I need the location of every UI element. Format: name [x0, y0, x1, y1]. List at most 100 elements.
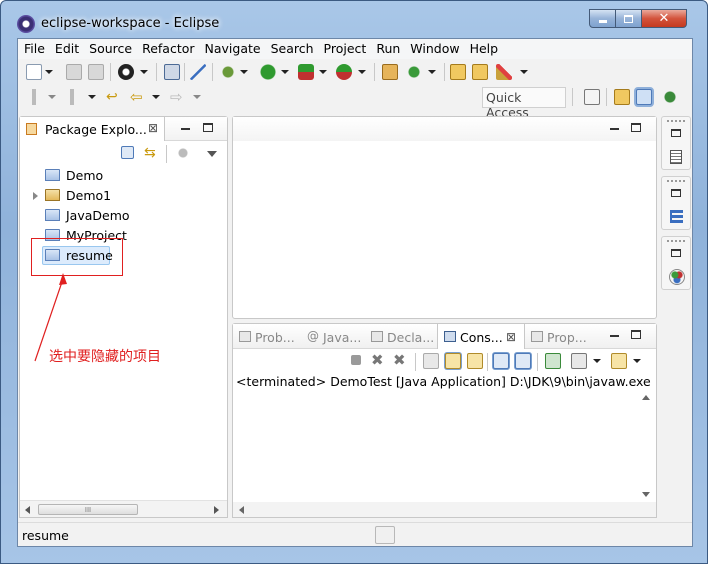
pin-console-icon[interactable] — [545, 353, 561, 369]
debug-icon[interactable] — [220, 64, 236, 80]
search-dropdown-icon[interactable] — [520, 70, 528, 74]
console-vertical-scrollbar[interactable] — [638, 392, 655, 504]
clear-console-icon[interactable] — [423, 353, 439, 369]
view-menu-icon[interactable] — [207, 151, 217, 157]
console-close-icon[interactable]: ⊠ — [506, 330, 516, 344]
minimize-view-icon[interactable] — [610, 128, 619, 130]
remove-launch-icon[interactable]: ✖ — [371, 352, 387, 368]
console-horizontal-scrollbar[interactable] — [233, 502, 656, 517]
external-tools-dropdown-icon[interactable] — [358, 70, 366, 74]
trim-drag-handle[interactable] — [667, 240, 685, 242]
coverage-dropdown-icon[interactable] — [319, 70, 327, 74]
quick-access-input[interactable]: Quick Access — [482, 87, 566, 120]
terminate-icon[interactable] — [351, 355, 361, 365]
show-on-stderr-icon[interactable] — [515, 353, 531, 369]
tab-declaration[interactable]: Decla... — [365, 324, 437, 349]
new-java-package-icon[interactable] — [382, 64, 398, 80]
terminal-icon[interactable] — [164, 64, 180, 80]
task-list-icon[interactable] — [669, 269, 685, 285]
forward-dropdown-icon[interactable] — [193, 95, 201, 99]
debug-perspective-icon[interactable] — [662, 89, 678, 105]
previous-annotation-icon[interactable] — [64, 89, 80, 105]
menu-source[interactable]: Source — [84, 39, 137, 59]
expand-arrow-icon[interactable] — [33, 192, 38, 200]
restore-icon[interactable] — [671, 189, 681, 197]
run-icon[interactable] — [260, 64, 276, 80]
scroll-right-icon[interactable] — [214, 506, 219, 514]
tab-properties[interactable]: Prop... — [525, 324, 597, 349]
user-dropdown-icon[interactable] — [140, 70, 148, 74]
outline-view-icon[interactable] — [670, 150, 682, 164]
scroll-left-icon[interactable] — [25, 506, 30, 514]
collapse-all-icon[interactable] — [121, 146, 134, 159]
open-type-icon[interactable] — [450, 64, 466, 80]
tree-item-demo[interactable]: Demo — [20, 166, 227, 186]
new-dropdown-icon[interactable] — [45, 70, 53, 74]
remove-all-terminated-icon[interactable]: ✖ — [393, 352, 409, 368]
new-icon[interactable] — [26, 64, 42, 80]
menu-search[interactable]: Search — [266, 39, 319, 59]
menu-run[interactable]: Run — [371, 39, 405, 59]
debug-dropdown-icon[interactable] — [240, 70, 248, 74]
type-hierarchy-icon[interactable] — [670, 210, 683, 223]
scroll-down-icon[interactable] — [642, 492, 650, 497]
package-explorer-close-icon[interactable]: ⊠ — [148, 121, 158, 135]
last-edit-location-icon[interactable]: ↩ — [106, 89, 122, 105]
menu-edit[interactable]: Edit — [50, 39, 84, 59]
coverage-icon[interactable] — [298, 64, 314, 80]
scroll-lock-icon[interactable] — [445, 353, 461, 369]
open-perspective-icon[interactable] — [584, 89, 600, 105]
java-ee-perspective-icon[interactable] — [614, 89, 630, 105]
menu-help[interactable]: Help — [465, 39, 504, 59]
open-console-dropdown-icon[interactable] — [633, 359, 641, 363]
restore-icon[interactable] — [671, 249, 681, 257]
tab-problems[interactable]: Prob... — [233, 324, 301, 349]
tree-item-demo1[interactable]: Demo1 — [20, 186, 227, 206]
previous-annotation-dropdown-icon[interactable] — [88, 95, 96, 99]
scroll-up-icon[interactable] — [642, 395, 650, 400]
menu-file[interactable]: File — [18, 39, 50, 59]
maximize-view-icon[interactable] — [631, 330, 641, 339]
new-java-class-icon[interactable] — [406, 64, 422, 80]
next-annotation-dropdown-icon[interactable] — [48, 95, 56, 99]
display-selected-console-icon[interactable] — [571, 353, 587, 369]
trim-drag-handle[interactable] — [667, 180, 685, 182]
maximize-button[interactable] — [615, 9, 642, 28]
back-dropdown-icon[interactable] — [152, 95, 160, 99]
show-on-stdout-icon[interactable] — [493, 353, 509, 369]
tab-package-explorer[interactable]: Package Explo... ⊠ — [20, 117, 165, 141]
next-annotation-icon[interactable] — [26, 89, 42, 105]
java-perspective-icon[interactable] — [636, 89, 652, 105]
link-with-editor-icon[interactable]: ⇆ — [144, 146, 160, 162]
scroll-left-icon[interactable] — [239, 506, 244, 514]
maximize-view-icon[interactable] — [203, 123, 213, 132]
new-class-dropdown-icon[interactable] — [428, 70, 436, 74]
status-progress-icon[interactable] — [375, 526, 395, 544]
search-icon[interactable] — [496, 64, 512, 80]
maximize-view-icon[interactable] — [631, 123, 641, 132]
minimize-view-icon[interactable] — [610, 335, 619, 337]
user-icon[interactable] — [118, 64, 134, 80]
filter-icon[interactable] — [176, 147, 190, 159]
tab-javadoc[interactable]: @ Java... — [301, 324, 365, 349]
open-console-icon[interactable] — [611, 353, 627, 369]
back-icon[interactable]: ⇦ — [130, 89, 146, 105]
word-wrap-icon[interactable] — [467, 353, 483, 369]
menu-project[interactable]: Project — [319, 39, 372, 59]
display-console-dropdown-icon[interactable] — [593, 359, 601, 363]
tree-item-javademo[interactable]: JavaDemo — [20, 206, 227, 226]
menu-window[interactable]: Window — [405, 39, 464, 59]
menu-navigate[interactable]: Navigate — [200, 39, 266, 59]
minimize-view-icon[interactable] — [181, 128, 190, 130]
tab-console[interactable]: Cons... ⊠ — [437, 324, 525, 349]
external-tools-icon[interactable] — [336, 64, 352, 80]
restore-icon[interactable] — [671, 129, 681, 137]
run-dropdown-icon[interactable] — [281, 70, 289, 74]
scroll-thumb[interactable]: III — [38, 504, 138, 515]
horizontal-scrollbar[interactable]: III — [20, 500, 227, 517]
skip-breakpoints-icon[interactable] — [190, 64, 206, 80]
open-task-icon[interactable] — [472, 64, 488, 80]
minimize-button[interactable] — [589, 9, 616, 28]
editor-area[interactable] — [232, 116, 657, 319]
title-bar[interactable]: eclipse-workspace - Eclipse ✕ — [1, 1, 707, 37]
